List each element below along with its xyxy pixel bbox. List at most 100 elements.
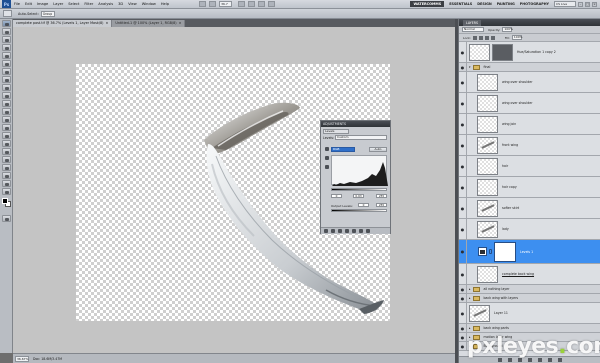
fill-field[interactable]: 100%	[511, 35, 522, 40]
maximize-button[interactable]: □	[585, 1, 590, 7]
quick-selection-tool-icon[interactable]	[2, 44, 11, 51]
input-black-field[interactable]: 0	[331, 194, 342, 198]
menu-filter[interactable]: Filter	[84, 2, 93, 6]
visibility-eye-icon[interactable]: ●	[459, 93, 467, 113]
gradient-tool-icon[interactable]	[2, 108, 11, 115]
visibility-eye-icon[interactable]: ●	[459, 285, 467, 293]
reset-icon[interactable]	[359, 229, 363, 233]
gray-point-eyedropper-icon[interactable]	[325, 156, 329, 160]
expand-arrow-icon[interactable]: ▸	[469, 326, 471, 330]
layer-group-row[interactable]: ● ▸ all nothing layer	[459, 285, 600, 294]
menu-edit[interactable]: Edit	[25, 2, 32, 6]
workspace-watercomms[interactable]: WATERCOMMS	[410, 1, 445, 7]
visibility-eye-icon[interactable]: ●	[459, 177, 467, 197]
3d-orbit-tool-icon[interactable]	[2, 172, 11, 179]
shape-tool-icon[interactable]	[2, 156, 11, 163]
visibility-eye-icon[interactable]: ●	[459, 303, 467, 323]
dodge-tool-icon[interactable]	[2, 124, 11, 131]
auto-button[interactable]: Auto	[369, 147, 387, 152]
clone-stamp-tool-icon[interactable]	[2, 84, 11, 91]
return-to-list-icon[interactable]	[324, 229, 328, 233]
output-levels-slider[interactable]	[331, 209, 387, 212]
workspace-essentials[interactable]: ESSENTIALS	[449, 2, 472, 6]
close-button[interactable]: ×	[592, 1, 597, 7]
white-point-eyedropper-icon[interactable]	[325, 165, 329, 169]
auto-select-dropdown[interactable]: Group	[40, 10, 55, 17]
3d-rotate-tool-icon[interactable]	[2, 164, 11, 171]
visibility-eye-icon[interactable]: ●	[459, 63, 467, 71]
eyedropper-tool-icon[interactable]	[2, 60, 11, 67]
visibility-eye-icon[interactable]: ●	[459, 135, 467, 155]
blur-tool-icon[interactable]	[2, 116, 11, 123]
expanded-view-icon[interactable]	[331, 229, 335, 233]
visibility-eye-icon[interactable]: ●	[459, 294, 467, 302]
visibility-eye-icon[interactable]: ●	[459, 324, 467, 332]
visibility-icon[interactable]	[345, 229, 349, 233]
layer-row[interactable]: ● hair copy	[459, 177, 600, 198]
tab-untitled-1[interactable]: Untitled-1 @ 100% (Layer 1, RGB/8) ×	[112, 20, 186, 27]
lock-position-icon[interactable]	[484, 35, 489, 40]
mini-bridge-icon[interactable]	[209, 1, 217, 7]
zoom-field[interactable]: 36.67%	[15, 355, 29, 362]
layer-row[interactable]: ● wing over shoulder	[459, 93, 600, 114]
menu-image[interactable]: Image	[37, 2, 48, 6]
view-previous-state-icon[interactable]	[352, 229, 356, 233]
hand-tool-icon[interactable]	[238, 1, 246, 7]
layer-row[interactable]: ● softer skirt	[459, 198, 600, 219]
layers-title[interactable]: LAYERS	[463, 19, 481, 26]
arrange-documents-icon[interactable]	[258, 1, 266, 7]
menu-3d[interactable]: 3D	[118, 2, 123, 6]
input-white-field[interactable]: 255	[376, 194, 387, 198]
crop-tool-icon[interactable]	[2, 52, 11, 59]
menu-window[interactable]: Window	[142, 2, 156, 6]
layer-row[interactable]: ● Layer 11	[459, 303, 600, 324]
input-gamma-field[interactable]: 0.93	[353, 194, 364, 198]
workspace-photography[interactable]: PHOTOGRAPHY	[520, 2, 549, 6]
layer-group-row[interactable]: ● ▸ back wing with layers	[459, 294, 600, 303]
visibility-eye-icon[interactable]: ●	[459, 198, 467, 218]
history-brush-tool-icon[interactable]	[2, 92, 11, 99]
brush-tool-icon[interactable]	[2, 76, 11, 83]
visibility-eye-icon[interactable]: ●	[459, 72, 467, 92]
output-white-field[interactable]: 255	[376, 203, 387, 207]
pen-tool-icon[interactable]	[2, 132, 11, 139]
visibility-eye-icon[interactable]: ●	[459, 240, 467, 263]
marquee-tool-icon[interactable]	[2, 28, 11, 35]
input-levels-slider[interactable]	[331, 188, 387, 191]
layer-row[interactable]: ● lady	[459, 219, 600, 240]
screen-mode-icon[interactable]	[268, 1, 276, 7]
visibility-eye-icon[interactable]: ●	[459, 42, 467, 62]
lock-all-icon[interactable]	[490, 35, 495, 40]
foreground-color-swatch[interactable]	[2, 198, 8, 204]
menu-analysis[interactable]: Analysis	[98, 2, 113, 6]
layer-row[interactable]: ● front wing	[459, 135, 600, 156]
output-black-field[interactable]: 0	[358, 203, 369, 207]
layer-group-row[interactable]: ● ▾ final	[459, 63, 600, 72]
color-swatches[interactable]	[2, 198, 11, 212]
hand-tool-icon[interactable]	[2, 180, 11, 187]
visibility-eye-icon[interactable]: ●	[459, 219, 467, 239]
menu-select[interactable]: Select	[68, 2, 79, 6]
menu-file[interactable]: File	[14, 2, 20, 6]
lock-image-icon[interactable]	[478, 35, 483, 40]
type-tool-icon[interactable]	[2, 140, 11, 147]
opacity-field[interactable]: 100%	[502, 27, 513, 32]
document-size-info[interactable]: Doc: 18.6M/3.47M	[33, 357, 62, 361]
minimize-button[interactable]: –	[578, 1, 583, 7]
close-tab-icon[interactable]: ×	[106, 21, 109, 25]
layer-mask-thumbnail[interactable]	[494, 241, 516, 262]
move-tool-preset-icon[interactable]	[3, 10, 12, 17]
cs-live-button[interactable]: CS Live	[554, 1, 576, 7]
visibility-eye-icon[interactable]: ●	[459, 342, 467, 350]
layer-row[interactable]: ● wing over shoulder	[459, 72, 600, 93]
close-tab-icon[interactable]: ×	[179, 21, 182, 25]
workspace-painting[interactable]: PAINTING	[497, 2, 515, 6]
lock-transparent-icon[interactable]	[472, 35, 477, 40]
levels-tab[interactable]: Levels	[323, 129, 349, 134]
clip-to-layer-icon[interactable]	[338, 229, 342, 233]
channel-dropdown[interactable]: RGB	[331, 147, 355, 152]
app-zoom-level[interactable]: 36.7	[219, 1, 233, 7]
visibility-eye-icon[interactable]: ●	[459, 156, 467, 176]
expand-arrow-icon[interactable]: ▾	[469, 65, 471, 69]
move-tool-icon[interactable]	[2, 20, 11, 27]
